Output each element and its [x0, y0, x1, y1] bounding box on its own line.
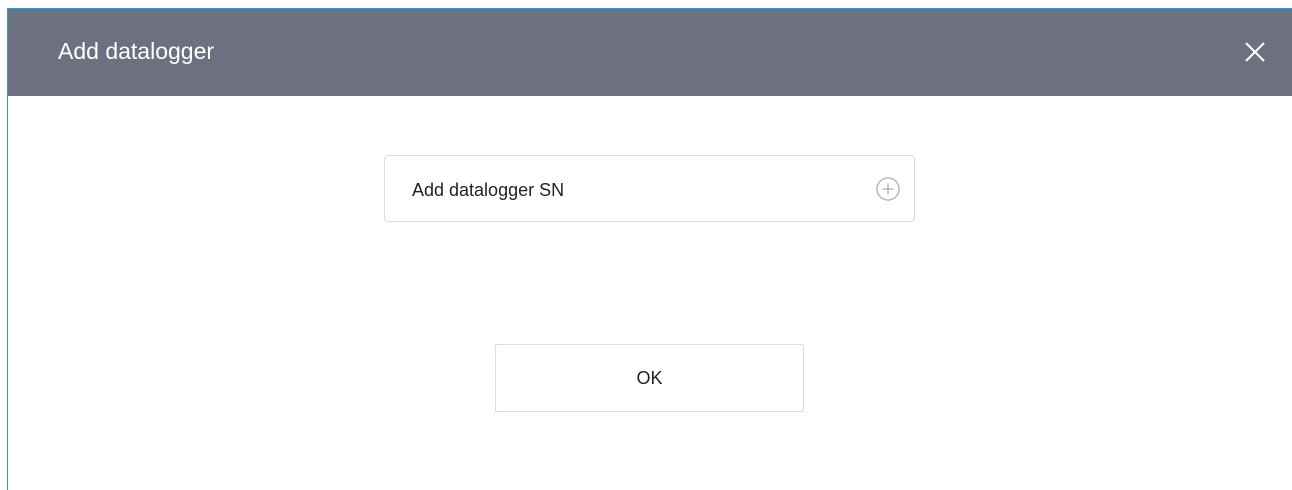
- add-datalogger-dialog: Add datalogger Add datalogger SN OK: [7, 8, 1292, 490]
- dialog-title: Add datalogger: [58, 38, 215, 64]
- add-datalogger-sn-field[interactable]: Add datalogger SN: [384, 155, 915, 222]
- sn-field-label: Add datalogger SN: [412, 180, 565, 200]
- plus-circle-icon[interactable]: [875, 176, 901, 202]
- close-icon[interactable]: [1244, 41, 1266, 63]
- ok-button[interactable]: OK: [495, 344, 804, 412]
- dialog-header: Add datalogger: [8, 9, 1292, 96]
